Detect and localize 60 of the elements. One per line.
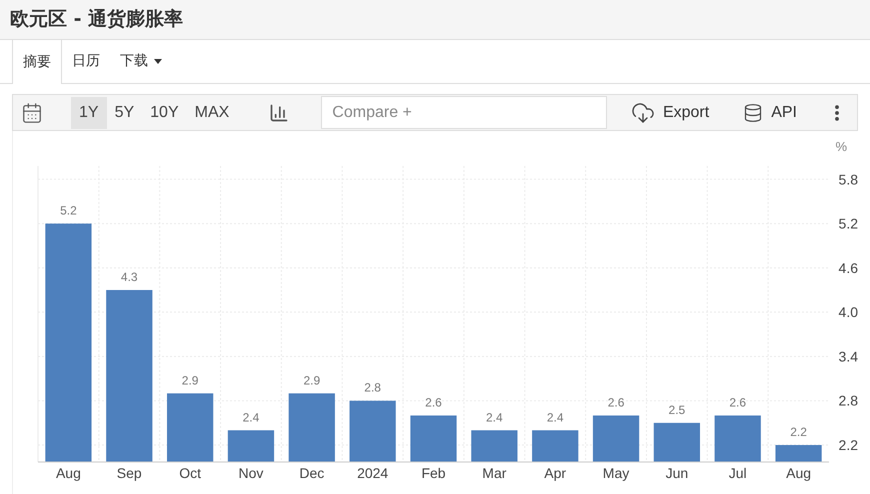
x-tick-label: Apr (544, 465, 566, 481)
range-button[interactable]: 10Y (142, 96, 187, 128)
x-tick-label: Oct (179, 465, 201, 481)
x-tick-label: Jul (728, 465, 747, 481)
data-label: 2.8 (364, 380, 381, 395)
data-label: 2.9 (182, 373, 198, 388)
x-tick-label: Aug (786, 465, 812, 481)
x-tick-label: Jun (666, 465, 688, 481)
data-label: 2.9 (303, 373, 320, 388)
bar (288, 393, 335, 462)
data-label: 2.5 (668, 402, 686, 417)
bar (228, 430, 274, 462)
bar (350, 400, 396, 462)
tab[interactable]: 日历 (62, 39, 110, 83)
bar (532, 430, 578, 462)
unit-label: % (835, 139, 847, 154)
tab[interactable]: 摘要 (12, 39, 62, 84)
bar (471, 430, 518, 462)
range-button[interactable]: 1Y (71, 96, 107, 128)
bar (714, 416, 761, 462)
data-label: 2.4 (242, 410, 260, 424)
data-label: 5.2 (60, 204, 77, 218)
range-button[interactable]: 5Y (106, 96, 142, 128)
cloud-download-icon (630, 100, 655, 124)
y-tick-label: 5.8 (838, 171, 858, 188)
bar (654, 422, 700, 462)
y-tick-label: 3.4 (838, 348, 858, 364)
y-tick-label: 4.6 (838, 260, 858, 276)
bar-chart-icon[interactable] (269, 102, 290, 122)
data-label: 2.4 (486, 410, 503, 424)
data-label: 2.4 (546, 410, 564, 424)
data-label: 4.3 (120, 270, 138, 284)
y-tick-label: 4.0 (838, 304, 858, 320)
y-tick-label: 2.8 (838, 392, 858, 409)
bar (410, 416, 457, 462)
calendar-icon[interactable] (21, 102, 43, 124)
x-tick-label: Dec (299, 465, 324, 481)
x-tick-label: 2024 (357, 465, 388, 481)
x-tick-label: Mar (482, 465, 506, 481)
y-tick-label: 2.2 (838, 437, 858, 454)
x-tick-label: Nov (238, 465, 264, 481)
bar (592, 416, 640, 462)
page-title: 欧元区 - 通货膨胀率 (10, 7, 184, 32)
export-button[interactable]: Export (630, 100, 710, 124)
data-label: 2.6 (425, 396, 442, 410)
api-button[interactable]: API (743, 100, 797, 124)
bar (167, 393, 214, 462)
bar (775, 445, 822, 462)
x-tick-label: May (602, 465, 630, 481)
database-icon (743, 102, 764, 122)
x-tick-label: Aug (56, 465, 81, 481)
data-label: 2.2 (790, 425, 807, 440)
data-label: 2.6 (608, 396, 624, 410)
compare-field[interactable]: Compare + (321, 96, 608, 129)
data-label: 2.6 (729, 396, 746, 410)
range-button[interactable]: MAX (186, 96, 238, 128)
tab[interactable]: 下载 (110, 39, 172, 83)
x-tick-label: Sep (116, 465, 142, 481)
y-tick-label: 5.2 (838, 216, 858, 232)
x-tick-label: Feb (421, 465, 446, 481)
